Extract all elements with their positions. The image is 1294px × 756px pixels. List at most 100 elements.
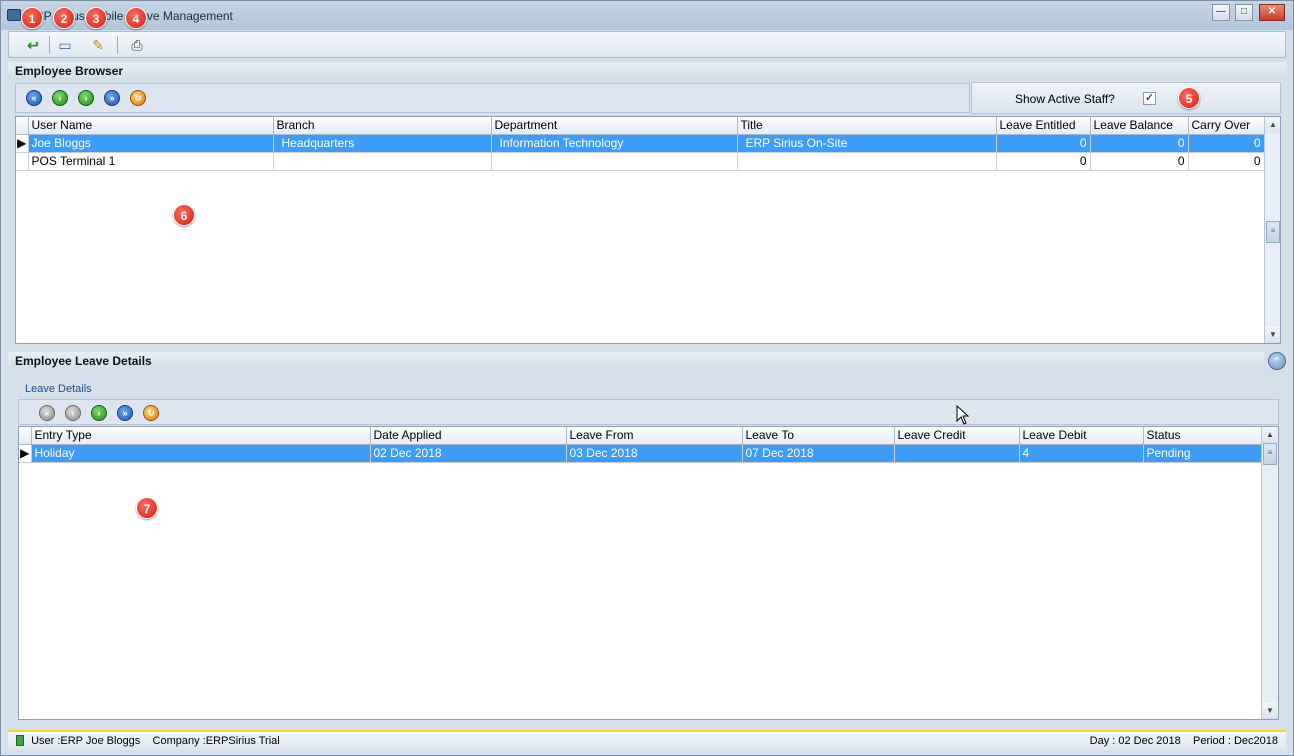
cell-status[interactable]: Pending (1143, 444, 1262, 463)
edit-icon[interactable]: ✎ (88, 35, 108, 55)
last-record-icon[interactable]: » (104, 90, 120, 106)
cell-leave-entitled[interactable]: 0 (996, 134, 1091, 153)
cell-department[interactable] (491, 152, 738, 171)
column-header[interactable]: Leave From (566, 427, 743, 445)
title-bar: ERP Sirius Mobile Leave Management — □ ✕ (1, 1, 1293, 30)
cell-title[interactable] (737, 152, 997, 171)
column-header[interactable]: Leave Balance (1090, 117, 1189, 135)
cell-leave-from[interactable]: 03 Dec 2018 (566, 444, 743, 463)
cell-leave-debit[interactable]: 4 (1019, 444, 1144, 463)
refresh-icon[interactable]: ↻ (143, 405, 159, 421)
row-indicator-icon: ▶ (16, 134, 29, 153)
table-row[interactable]: ▶ Joe Bloggs Headquarters Information Te… (16, 134, 1265, 153)
show-active-staff-panel: Show Active Staff? ✓ (971, 82, 1281, 114)
cell-leave-to[interactable]: 07 Dec 2018 (742, 444, 895, 463)
cell-carry-over[interactable]: 0 (1188, 152, 1265, 171)
status-left: User :ERP Joe Bloggs Company :ERPSirius … (16, 732, 280, 750)
scroll-up-icon[interactable]: ▲ (1262, 427, 1278, 443)
show-active-staff-label: Show Active Staff? (1015, 92, 1115, 106)
row-indicator-header (19, 427, 32, 445)
column-header[interactable]: Carry Over (1188, 117, 1265, 135)
leave-grid-header: Entry Type Date Applied Leave From Leave… (19, 427, 1262, 445)
maximize-button[interactable]: □ (1235, 4, 1253, 21)
cell-branch[interactable] (273, 152, 492, 171)
scroll-thumb[interactable]: ≡ (1263, 443, 1277, 465)
cell-user-name[interactable]: POS Terminal 1 (28, 152, 274, 171)
status-user: User :ERP Joe Bloggs (31, 735, 141, 747)
status-day: Day : 02 Dec 2018 (1089, 735, 1181, 747)
cell-entry-type[interactable]: Holiday (31, 444, 371, 463)
cell-leave-credit[interactable] (894, 444, 1020, 463)
scroll-down-icon[interactable]: ▼ (1265, 327, 1280, 343)
column-header[interactable]: Leave Credit (894, 427, 1020, 445)
column-header[interactable]: Leave Entitled (996, 117, 1091, 135)
print-icon[interactable]: ⎙ (127, 35, 147, 55)
first-record-icon[interactable]: « (39, 405, 55, 421)
back-icon[interactable]: ↩ (23, 35, 43, 55)
annotation-badge: 7 (136, 497, 158, 519)
toolbar-separator (117, 36, 118, 54)
first-record-icon[interactable]: « (26, 90, 42, 106)
column-header[interactable]: Branch (273, 117, 492, 135)
column-header[interactable]: Entry Type (31, 427, 371, 445)
tab-leave-details[interactable]: Leave Details (25, 383, 92, 395)
prev-record-icon[interactable]: ‹ (65, 405, 81, 421)
leave-details-grid: Entry Type Date Applied Leave From Leave… (18, 426, 1279, 720)
column-header[interactable]: Leave Debit (1019, 427, 1144, 445)
leave-grid-scrollbar[interactable]: ▲ ≡ ▼ (1261, 427, 1278, 719)
scroll-up-icon[interactable]: ▲ (1265, 117, 1280, 133)
cell-user-name[interactable]: Joe Bloggs (28, 134, 274, 153)
column-header[interactable]: Leave To (742, 427, 895, 445)
app-window: ERP Sirius Mobile Leave Management — □ ✕… (0, 0, 1294, 756)
employee-grid-header: User Name Branch Department Title Leave … (16, 117, 1265, 135)
column-header[interactable]: Date Applied (370, 427, 567, 445)
main-toolbar: ↩ ▭ ✎ ⎙ (8, 31, 1286, 58)
employee-grid-scrollbar[interactable]: ▲ ≡ ▼ (1264, 117, 1280, 343)
next-record-icon[interactable]: › (91, 405, 107, 421)
employee-grid: User Name Branch Department Title Leave … (15, 116, 1281, 344)
cell-carry-over[interactable]: 0 (1188, 134, 1265, 153)
next-record-icon[interactable]: › (78, 90, 94, 106)
status-period: Period : Dec2018 (1193, 735, 1278, 747)
annotation-badge: 4 (125, 7, 147, 29)
mouse-cursor-icon (956, 405, 970, 425)
row-indicator (16, 152, 29, 171)
column-header[interactable]: User Name (28, 117, 274, 135)
table-row[interactable]: POS Terminal 1 0 0 0 (16, 152, 1265, 171)
cell-branch[interactable]: Headquarters (273, 134, 492, 153)
refresh-icon[interactable]: ↻ (130, 90, 146, 106)
cell-leave-balance[interactable]: 0 (1090, 152, 1189, 171)
status-right: Day : 02 Dec 2018 Period : Dec2018 (1090, 732, 1278, 750)
column-header[interactable]: Status (1143, 427, 1262, 445)
employee-browser-header: Employee Browser (8, 62, 1286, 80)
status-company: Company :ERPSirius Trial (152, 735, 280, 747)
toolbar-separator (49, 36, 50, 54)
row-indicator-header (16, 117, 29, 135)
status-icon (16, 735, 24, 746)
annotation-badge: 6 (173, 204, 195, 226)
annotation-badge: 5 (1178, 87, 1200, 109)
minimize-button[interactable]: — (1212, 4, 1230, 21)
scroll-down-icon[interactable]: ▼ (1262, 703, 1278, 719)
show-active-staff-checkbox[interactable]: ✓ (1143, 92, 1156, 105)
annotation-badge: 2 (53, 7, 75, 29)
close-button[interactable]: ✕ (1259, 4, 1285, 21)
cell-leave-balance[interactable]: 0 (1090, 134, 1189, 153)
collapse-icon[interactable]: ⌃ (1268, 352, 1286, 370)
annotation-badge: 3 (85, 7, 107, 29)
cell-department[interactable]: Information Technology (491, 134, 738, 153)
last-record-icon[interactable]: » (117, 405, 133, 421)
table-row[interactable]: ▶ Holiday 02 Dec 2018 03 Dec 2018 07 Dec… (19, 444, 1262, 463)
prev-record-icon[interactable]: ‹ (52, 90, 68, 106)
new-icon[interactable]: ▭ (55, 35, 75, 55)
column-header[interactable]: Title (737, 117, 997, 135)
app-icon (7, 9, 21, 21)
cell-date-applied[interactable]: 02 Dec 2018 (370, 444, 567, 463)
cell-title[interactable]: ERP Sirius On-Site (737, 134, 997, 153)
scroll-thumb[interactable]: ≡ (1266, 221, 1280, 243)
row-indicator-icon: ▶ (19, 444, 32, 463)
status-bar: User :ERP Joe Bloggs Company :ERPSirius … (8, 730, 1286, 750)
annotation-badge: 1 (21, 7, 43, 29)
column-header[interactable]: Department (491, 117, 738, 135)
cell-leave-entitled[interactable]: 0 (996, 152, 1091, 171)
